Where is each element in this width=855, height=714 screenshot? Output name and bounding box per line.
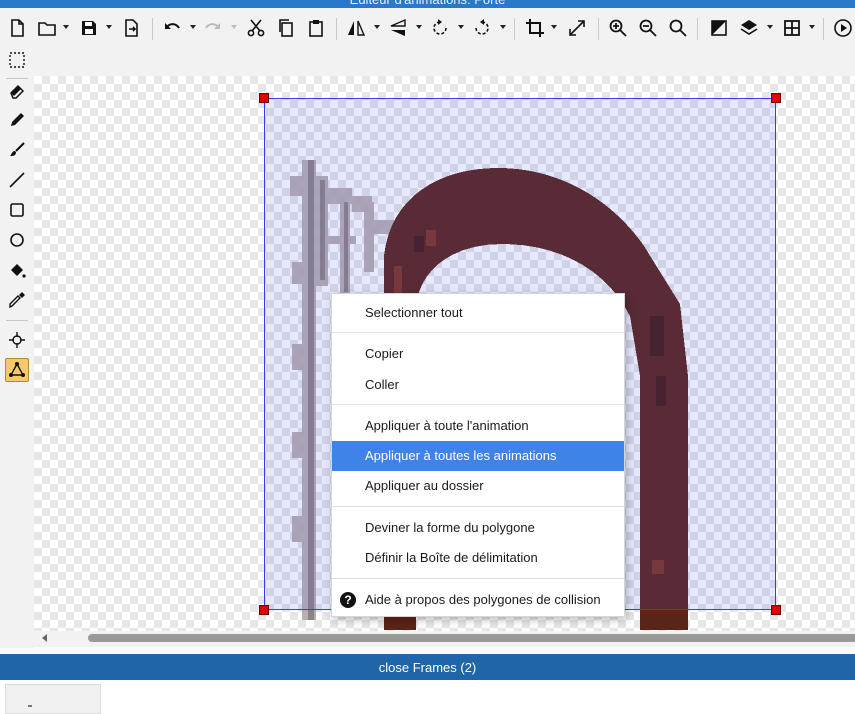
menu-item-help-label: Aide à propos des polygones de collision <box>365 592 601 607</box>
help-icon: ? <box>340 592 356 608</box>
chevron-down-icon[interactable] <box>190 25 196 29</box>
chevron-down-icon[interactable] <box>416 25 422 29</box>
chevron-down-icon[interactable] <box>500 25 506 29</box>
chevron-down-icon[interactable] <box>551 25 557 29</box>
bbox-handle-bottom-left[interactable] <box>259 605 269 615</box>
transparency-icon[interactable] <box>707 16 731 40</box>
grid-icon[interactable] <box>780 16 804 40</box>
frames-panel-header[interactable]: close Frames (2) <box>0 654 855 680</box>
layers-icon[interactable] <box>737 16 761 40</box>
new-file-icon[interactable] <box>5 16 29 40</box>
chevron-down-icon[interactable] <box>767 25 773 29</box>
toolbar-separator <box>823 18 824 40</box>
frame-thumbnail[interactable] <box>5 684 101 714</box>
horizontal-scrollbar[interactable] <box>34 631 855 647</box>
cut-icon[interactable] <box>244 16 268 40</box>
chevron-down-icon[interactable] <box>106 25 112 29</box>
export-icon[interactable] <box>119 16 143 40</box>
menu-item-apply-folder[interactable]: Appliquer au dossier <box>332 471 624 501</box>
title-bar: Éditeur d'animations: Porte <box>0 0 855 8</box>
zoom-in-icon[interactable] <box>606 16 630 40</box>
crop-icon[interactable] <box>523 16 547 40</box>
eraser-icon[interactable] <box>5 78 29 102</box>
context-menu: Selectionner tout Copier Coller Applique… <box>331 293 625 617</box>
selection-icon[interactable] <box>5 48 29 72</box>
menu-item-apply-animation[interactable]: Appliquer à toute l'animation <box>332 411 624 441</box>
color-picker-icon[interactable] <box>5 288 29 312</box>
toolbar-separator <box>336 18 337 40</box>
fill-icon[interactable] <box>5 258 29 282</box>
pencil-icon[interactable] <box>5 108 29 132</box>
resize-icon[interactable] <box>565 16 589 40</box>
canvas-top-strip <box>34 48 855 76</box>
chevron-down-icon <box>231 25 237 29</box>
menu-item-paste[interactable]: Coller <box>332 370 624 400</box>
tool-palette <box>0 48 34 648</box>
menu-separator <box>332 506 624 507</box>
origin-point-icon[interactable] <box>5 328 29 352</box>
bbox-handle-top-right[interactable] <box>771 93 781 103</box>
bbox-handle-bottom-right[interactable] <box>771 605 781 615</box>
rotate-left-icon[interactable] <box>428 16 452 40</box>
chevron-down-icon[interactable] <box>809 25 815 29</box>
ellipse-icon[interactable] <box>5 228 29 252</box>
menu-item-copy[interactable]: Copier <box>332 339 624 369</box>
menu-item-help[interactable]: ? Aide à propos des polygones de collisi… <box>332 585 624 615</box>
copy-icon[interactable] <box>274 16 298 40</box>
zoom-out-icon[interactable] <box>636 16 660 40</box>
bbox-handle-top-left[interactable] <box>259 93 269 103</box>
frame-marker <box>28 705 32 707</box>
brush-icon[interactable] <box>5 138 29 162</box>
menu-item-select-all[interactable]: Selectionner tout <box>332 298 624 328</box>
menu-item-guess-polygon[interactable]: Deviner la forme du polygone <box>332 513 624 543</box>
play-icon[interactable] <box>831 16 855 40</box>
toolbar-separator <box>697 18 698 40</box>
paste-icon[interactable] <box>304 16 328 40</box>
flip-horizontal-icon[interactable] <box>344 16 368 40</box>
save-icon[interactable] <box>77 16 101 40</box>
window-title: Éditeur d'animations: Porte <box>0 0 855 8</box>
line-icon[interactable] <box>5 168 29 192</box>
menu-item-define-bbox[interactable]: Définir la Boîte de délimitation <box>332 543 624 573</box>
rotate-right-icon[interactable] <box>470 16 494 40</box>
toolbar-separator <box>598 18 599 40</box>
chevron-down-icon[interactable] <box>374 25 380 29</box>
undo-icon[interactable] <box>160 16 184 40</box>
collision-polygon-icon[interactable] <box>5 358 29 382</box>
menu-separator <box>332 332 624 333</box>
main-toolbar <box>0 8 855 48</box>
scrollbar-thumb[interactable] <box>88 634 855 642</box>
scroll-left-icon[interactable] <box>42 634 47 642</box>
flip-vertical-icon[interactable] <box>386 16 410 40</box>
open-icon[interactable] <box>35 16 59 40</box>
chevron-down-icon[interactable] <box>63 25 69 29</box>
tool-separator <box>6 320 28 321</box>
redo-icon[interactable] <box>201 16 225 40</box>
chevron-down-icon[interactable] <box>458 25 464 29</box>
menu-separator <box>332 578 624 579</box>
menu-item-apply-all-animations[interactable]: Appliquer à toutes les animations <box>332 441 624 471</box>
zoom-reset-icon[interactable] <box>666 16 690 40</box>
frames-list <box>0 680 855 714</box>
toolbar-separator <box>514 18 515 40</box>
rectangle-icon[interactable] <box>5 198 29 222</box>
frames-panel-title: close Frames (2) <box>378 659 477 675</box>
toolbar-separator <box>152 18 153 40</box>
menu-separator <box>332 404 624 405</box>
